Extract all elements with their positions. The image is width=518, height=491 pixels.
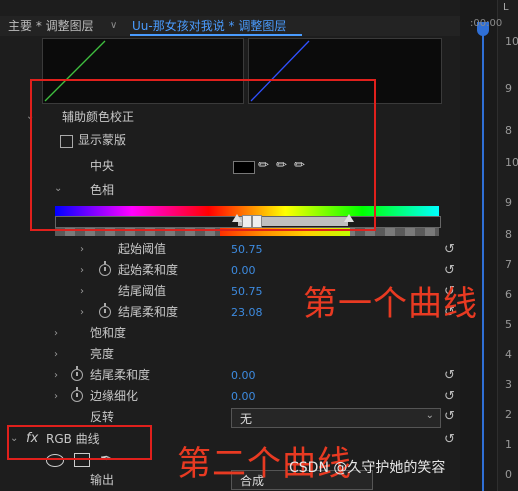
param-value[interactable]: 50.75 [231,239,263,260]
chevron-right-icon[interactable]: › [54,344,58,365]
param-value[interactable]: 0.00 [231,260,256,281]
chevron-right-icon[interactable]: › [54,386,58,407]
ruler-label: L [503,2,509,13]
param-label: 饱和度 [90,326,127,340]
param-value[interactable]: 23.08 [231,302,263,323]
ruler-number: 9 [505,196,512,209]
param-label: 边缘细化 [90,389,139,403]
ruler-number: 6 [505,288,512,301]
ruler-number: 5 [505,318,512,331]
param-label: 起始阈值 [118,242,167,256]
ruler-number: 4 [505,348,512,361]
active-tab-indicator [130,34,302,36]
param-row[interactable]: › 结尾柔和度 0.00 ↺ [0,365,460,386]
playhead-line[interactable] [482,30,484,491]
ruler-number: 10 [505,156,518,169]
param-label: 亮度 [90,347,115,361]
stopwatch-icon[interactable] [71,366,83,381]
ruler-number: 8 [505,124,512,137]
chevron-right-icon[interactable]: › [80,302,84,323]
reset-icon[interactable]: ↺ [444,433,458,447]
watermark: CSDN @久守护她的笑容 [289,460,446,476]
invert-dropdown[interactable]: 无 ⌄ [231,408,441,428]
ruler-number: 0 [505,468,512,481]
chevron-right-icon[interactable]: › [80,239,84,260]
reset-icon[interactable]: ↺ [444,369,458,383]
param-value[interactable]: 0.00 [231,365,256,386]
chevron-right-icon[interactable]: › [80,260,84,281]
param-label: 结尾柔和度 [90,368,151,382]
output-label: 输出 [90,473,115,487]
param-row[interactable]: › 饱和度 [0,323,460,344]
invert-value: 无 [240,412,253,426]
stopwatch-icon[interactable] [99,261,111,276]
annotation-box-first [30,79,376,231]
chevron-down-icon[interactable]: ∨ [110,16,117,36]
param-value[interactable]: 50.75 [231,281,263,302]
param-row[interactable]: › 起始阈值 50.75 ↺ [0,239,460,260]
reset-icon[interactable]: ↺ [444,410,458,424]
param-label: 结尾柔和度 [118,305,179,319]
timecode: :00:00 [470,18,503,29]
annotation-first-curve: 第一个曲线 [303,284,478,324]
chevron-right-icon[interactable]: › [54,365,58,386]
ruler-number: 1 [505,438,512,451]
ruler-number: 9 [505,82,512,95]
reset-icon[interactable]: ↺ [444,390,458,404]
ruler-number: 3 [505,378,512,391]
reset-icon[interactable]: ↺ [444,243,458,257]
chevron-down-icon: ⌄ [425,410,434,421]
annotation-box-second [7,425,152,460]
param-value[interactable]: 0.00 [231,386,256,407]
ruler-number: 7 [505,258,512,271]
ruler-number: 10 [505,35,518,48]
stopwatch-icon[interactable] [99,303,111,318]
panel-tab-bar: 主要 * 调整图层 ∨ Uu-那女孩对我说 * 调整图层 [0,16,518,36]
ruler-number: 8 [505,228,512,241]
param-label: 结尾阈值 [118,284,167,298]
param-row[interactable]: › 边缘细化 0.00 ↺ [0,386,460,407]
param-row[interactable]: › 亮度 [0,344,460,365]
tab-sequence-adjustment-layer[interactable]: Uu-那女孩对我说 * 调整图层 [132,16,286,36]
tab-main-adjustment-layer[interactable]: 主要 * 调整图层 [8,16,94,36]
ruler-number: 2 [505,408,512,421]
stopwatch-icon[interactable] [71,387,83,402]
param-label: 起始柔和度 [118,263,179,277]
chevron-right-icon[interactable]: › [80,281,84,302]
chevron-right-icon[interactable]: › [54,323,58,344]
